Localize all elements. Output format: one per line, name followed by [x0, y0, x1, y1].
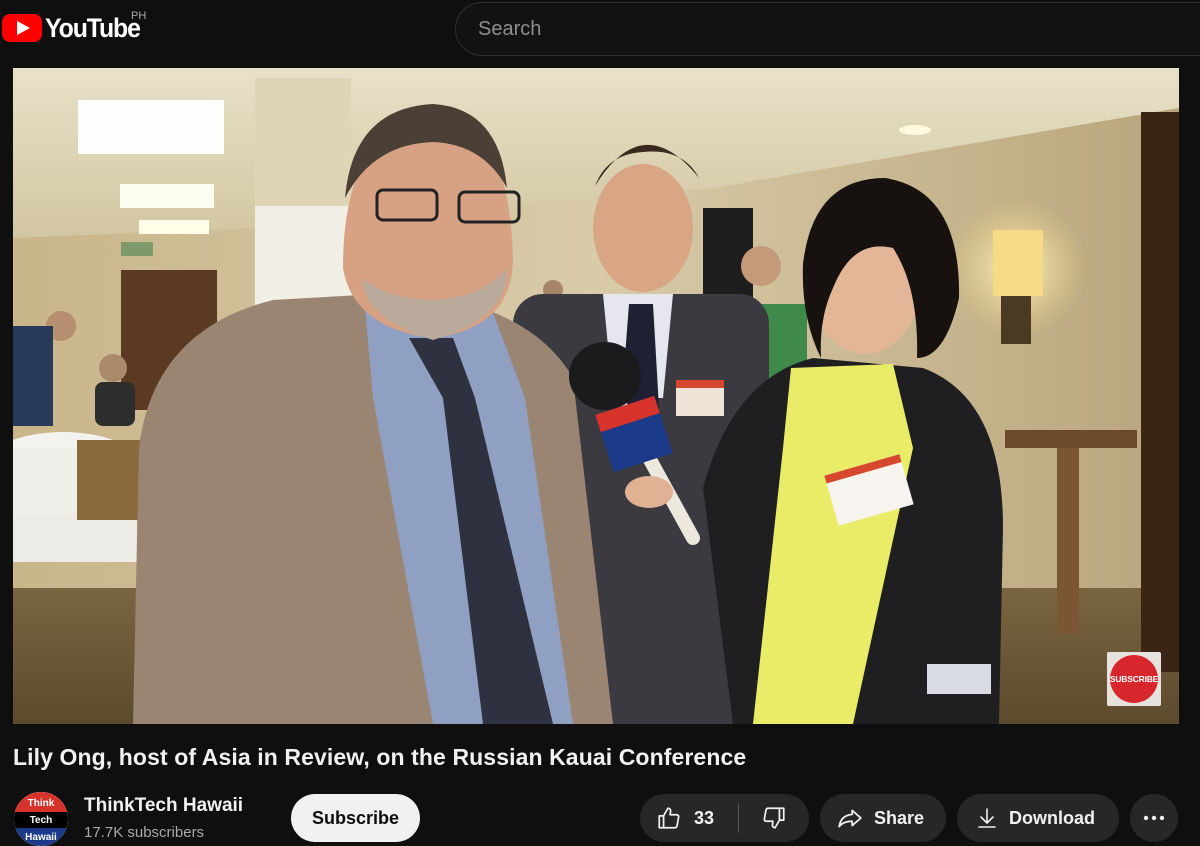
like-button[interactable]: 33: [640, 794, 738, 842]
avatar-text-2: Tech: [30, 815, 53, 826]
subscribe-watermark[interactable]: SUBSCRIBE: [1107, 652, 1161, 706]
avatar-text-3: Hawaii: [25, 832, 57, 843]
video-frame: [13, 68, 1179, 724]
video-player[interactable]: SUBSCRIBE: [13, 68, 1179, 724]
subscriber-count: 17.7K subscribers: [84, 824, 205, 841]
country-code: PH: [131, 10, 147, 22]
channel-avatar[interactable]: Think Tech Hawaii: [14, 792, 68, 846]
channel-avatar-image: Think Tech Hawaii: [14, 792, 68, 846]
channel-name[interactable]: ThinkTech Hawaii: [84, 795, 243, 817]
thumbs-down-icon: [761, 805, 787, 831]
dislike-button[interactable]: [739, 794, 809, 842]
video-title: Lily Ong, host of Asia in Review, on the…: [13, 744, 747, 770]
youtube-logo[interactable]: YouTube: [2, 12, 148, 44]
like-count: 33: [694, 807, 715, 828]
download-label: Download: [1009, 807, 1095, 828]
more-actions-button[interactable]: [1130, 794, 1178, 842]
thumbs-up-icon: [656, 805, 682, 831]
subscribe-button[interactable]: Subscribe: [291, 794, 420, 842]
share-label: Share: [874, 807, 925, 828]
download-icon: [975, 805, 999, 831]
youtube-play-icon: [2, 14, 42, 42]
share-button[interactable]: Share: [820, 794, 946, 842]
masthead: YouTube PH: [0, 0, 1200, 68]
avatar-text-1: Think: [28, 798, 55, 809]
more-horizontal-icon: [1142, 815, 1166, 821]
like-dislike-group: 33: [640, 794, 809, 842]
watermark-label: SUBSCRIBE: [1110, 655, 1158, 703]
logo-text: YouTube: [45, 12, 141, 43]
download-button[interactable]: Download: [957, 794, 1119, 842]
share-arrow-icon: [836, 805, 864, 831]
search-box[interactable]: [455, 2, 1200, 56]
search-input[interactable]: [478, 3, 1178, 55]
